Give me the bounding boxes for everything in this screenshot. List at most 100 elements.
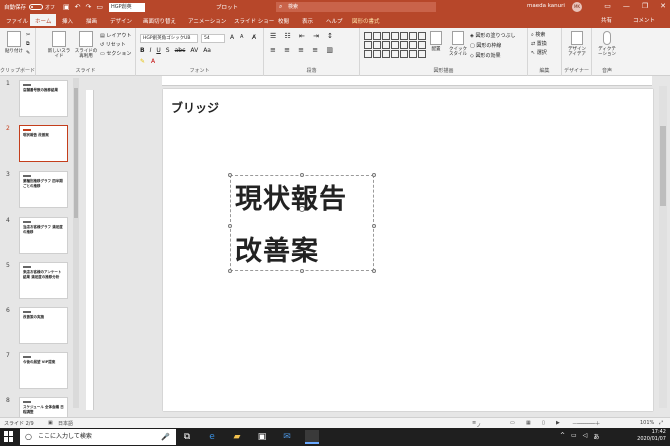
network-icon[interactable]: ▭ — [571, 432, 577, 441]
undo-icon[interactable]: ↶ — [75, 3, 81, 11]
sorter-view-icon[interactable]: ▦ — [526, 420, 531, 426]
zoom-slider[interactable]: － ───────── ＋ — [572, 420, 600, 427]
bold-icon[interactable]: B — [140, 47, 145, 54]
reading-view-icon[interactable]: ▯ — [542, 420, 545, 426]
thumbnail-preview[interactable]: 来店お客様のアンケート結果 満足度の推移分析 — [19, 262, 68, 299]
resize-handle[interactable] — [228, 173, 232, 177]
paste-button[interactable]: 貼り付け — [3, 31, 25, 54]
tab-review[interactable]: 校閲 — [278, 17, 289, 25]
shape-fill-button[interactable]: ◈ 図形の塗りつぶし — [470, 32, 516, 39]
resize-handle[interactable] — [372, 269, 376, 273]
tab-draw[interactable]: 描画 — [86, 17, 97, 25]
tab-design[interactable]: デザイン — [110, 17, 132, 25]
slideshow-view-icon[interactable]: ▶ — [556, 420, 560, 426]
proofing-icon[interactable]: ▣ — [48, 420, 53, 426]
edge-icon[interactable]: e — [205, 430, 219, 444]
thumbnail-preview[interactable]: 改善策の実施 — [19, 307, 68, 344]
section-button[interactable]: ▭ セクション — [100, 50, 131, 57]
highlight-icon[interactable]: ✎ — [140, 58, 145, 65]
replace-button[interactable]: ⇄ 置換 — [531, 40, 547, 49]
format-painter-icon[interactable]: ✎ — [26, 50, 30, 56]
find-button[interactable]: ⌕ 検索 — [531, 31, 547, 40]
minimize-icon[interactable]: — — [623, 2, 630, 10]
tab-shape-format[interactable]: 図形の書式 — [352, 17, 380, 25]
chevron-up-icon[interactable]: ^ — [560, 432, 565, 441]
clear-format-icon[interactable]: A̸ — [252, 34, 256, 41]
comments-button[interactable]: コメント — [633, 16, 655, 24]
store-icon[interactable]: ▣ — [255, 430, 269, 444]
resize-handle[interactable] — [228, 269, 232, 273]
thumbnail-preview[interactable]: 業種別推移グラフ 四半期ごとの推移 — [19, 171, 68, 208]
volume-icon[interactable]: ◁ — [583, 432, 588, 441]
slide-title[interactable]: ブリッジ — [171, 99, 219, 116]
font-color-icon[interactable]: A — [151, 58, 155, 65]
grow-font-icon[interactable]: A — [230, 34, 234, 41]
clock[interactable]: 17:42 2020/01/07 — [637, 429, 666, 443]
thumbnail-preview[interactable]: 店舗番号数の推移結果 — [19, 80, 68, 117]
designer-button[interactable]: デザインアイデア — [566, 31, 588, 57]
scrollbar-thumb[interactable] — [74, 88, 78, 218]
avatar[interactable]: MK — [572, 2, 582, 12]
ribbon-display-icon[interactable]: ▭ — [604, 2, 611, 10]
normal-view-icon[interactable]: ▭ — [510, 420, 515, 426]
vertical-ruler[interactable] — [86, 90, 94, 410]
shape-effects-button[interactable]: ◇ 図形の効果 — [470, 52, 500, 59]
resize-handle[interactable] — [372, 224, 376, 228]
layout-button[interactable]: ▤ レイアウト — [100, 32, 131, 39]
maximize-icon[interactable]: ❐ — [642, 2, 648, 10]
resize-handle[interactable] — [372, 173, 376, 177]
strikethrough-icon[interactable]: abc — [175, 47, 186, 54]
dictate-button[interactable]: ディクテーション — [596, 31, 618, 57]
select-button[interactable]: ↖ 選択 — [531, 49, 547, 58]
tell-me-search[interactable]: 検索 — [276, 2, 436, 12]
tab-file[interactable]: ファイル — [6, 17, 28, 25]
resize-handle[interactable] — [300, 269, 304, 273]
reset-button[interactable]: ↺ リセット — [100, 41, 126, 48]
scrollbar-thumb[interactable] — [660, 126, 666, 206]
share-button[interactable]: 共有 — [601, 16, 612, 26]
qat-font-box[interactable]: HGP創英 — [109, 2, 146, 12]
thumbnail-preview[interactable]: 当店お客様グラフ 満足度の推移 — [19, 217, 68, 254]
thumbnail-preview[interactable]: スケジュール 全体会議 日程調整 — [19, 397, 68, 417]
tab-home[interactable]: ホーム — [30, 14, 57, 28]
tab-slideshow[interactable]: スライド ショー — [234, 17, 274, 25]
save-icon[interactable]: ▣ — [63, 3, 70, 11]
shrink-font-icon[interactable]: A — [240, 34, 243, 40]
tab-help[interactable]: ヘルプ — [326, 17, 343, 25]
slide-text-line1[interactable]: 現状報告 — [235, 177, 347, 216]
ime-icon[interactable]: あ — [593, 432, 599, 441]
tab-insert[interactable]: 挿入 — [62, 17, 73, 25]
thumbnail-preview[interactable]: 今後の展望 VIP提案 — [19, 352, 68, 389]
autosave-toggle[interactable] — [29, 4, 44, 10]
list-icons[interactable]: ☰ ☷ ⇤ ⇥ ↕ — [270, 32, 336, 40]
language-indicator[interactable]: 日本語 — [58, 420, 73, 427]
shape-outline-button[interactable]: ▢ 図形の枠線 — [470, 42, 501, 49]
font-size-select[interactable]: 54 — [201, 34, 225, 43]
slideshow-icon[interactable]: ▭ — [96, 3, 103, 11]
horizontal-ruler[interactable] — [162, 76, 652, 86]
change-case-icon[interactable]: Aa — [203, 47, 211, 54]
zoom-level[interactable]: 101% — [640, 420, 654, 426]
shadow-icon[interactable]: S — [166, 47, 170, 54]
powerpoint-icon[interactable] — [305, 430, 319, 444]
notes-button[interactable]: ≡ ノート — [472, 420, 481, 443]
copy-icon[interactable]: ⧉ — [26, 41, 30, 47]
windows-start-icon[interactable] — [4, 431, 14, 442]
shapes-gallery[interactable] — [364, 32, 426, 62]
cut-icon[interactable]: ✂ — [26, 32, 30, 38]
user-name[interactable]: maeda kanuri — [527, 3, 565, 9]
align-icons[interactable]: ≡ ≡ ≡ ≡ ▥ — [270, 46, 336, 54]
close-icon[interactable]: ✕ — [660, 2, 666, 10]
task-view-icon[interactable]: ⧉ — [180, 430, 194, 444]
microphone-icon[interactable]: 🎤 — [161, 429, 170, 445]
slide-canvas[interactable]: ブリッジ 現状報告 改善案 — [163, 89, 653, 411]
font-name-select[interactable]: HGP創英角ゴシックUB — [140, 34, 198, 43]
tab-transitions[interactable]: 画面切り替え — [143, 17, 176, 25]
underline-icon[interactable]: U — [156, 47, 160, 54]
arrange-button[interactable]: 配置 — [426, 31, 446, 52]
mail-icon[interactable]: ✉ — [280, 430, 294, 444]
thumbnail-preview-selected[interactable]: 現状報告 改善案 — [19, 125, 68, 162]
char-spacing-icon[interactable]: AV — [190, 47, 198, 54]
quick-styles-button[interactable]: クイックスタイル — [447, 31, 469, 57]
italic-icon[interactable]: I — [150, 47, 152, 54]
